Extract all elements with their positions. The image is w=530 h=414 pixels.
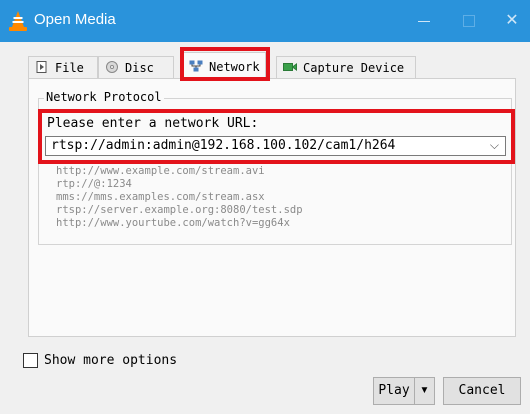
file-icon (36, 61, 47, 73)
title-bar: Open Media ✕ (0, 0, 530, 42)
triangle-down-icon: ▼ (419, 385, 430, 396)
capture-device-icon (283, 63, 297, 71)
tab-disc[interactable]: Disc (98, 56, 174, 78)
window-title: Open Media (34, 11, 116, 28)
example-url: rtsp://server.example.org:8080/test.sdp (56, 204, 303, 216)
tab-file-label: File (55, 61, 84, 75)
group-title: Network Protocol (44, 90, 164, 104)
highlight-box-url-field (38, 109, 515, 164)
vlc-cone-icon (9, 11, 27, 31)
show-more-options-label[interactable]: Show more options (44, 353, 177, 368)
tab-disc-label: Disc (125, 61, 154, 75)
tab-file[interactable]: File (28, 56, 98, 78)
show-more-options-checkbox[interactable] (23, 353, 38, 368)
maximize-button[interactable] (446, 0, 490, 42)
close-button[interactable]: ✕ (490, 0, 530, 42)
tab-capture-device[interactable]: Capture Device (276, 56, 416, 78)
cancel-button[interactable]: Cancel (443, 377, 521, 405)
play-dropdown-button[interactable]: ▼ (415, 377, 435, 405)
example-url: rtp://@:1234 (56, 178, 132, 190)
highlight-box-network-tab (180, 47, 270, 81)
play-button[interactable]: Play (373, 377, 415, 405)
tab-capture-device-label: Capture Device (303, 61, 405, 75)
example-url: http://www.example.com/stream.avi (56, 165, 265, 177)
disc-icon (106, 61, 118, 73)
minimize-button[interactable] (402, 0, 446, 42)
example-url: http://www.yourtube.com/watch?v=gg64x (56, 217, 290, 229)
example-url: mms://mms.examples.com/stream.asx (56, 191, 265, 203)
